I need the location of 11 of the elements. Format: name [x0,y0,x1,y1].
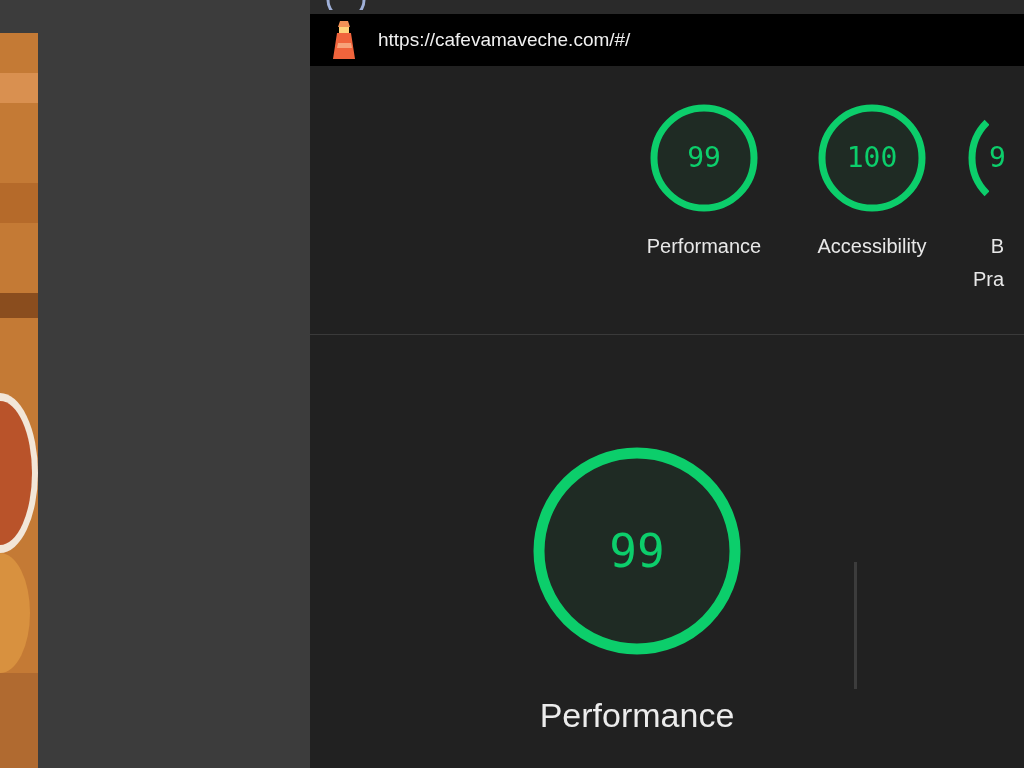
score-value: 9 [989,144,1006,172]
score-value: 99 [609,528,665,574]
lighthouse-icon [330,19,358,61]
url-text: https://cafevamaveche.com/#/ [378,29,631,51]
score-value: 100 [846,144,898,172]
category-title: Performance [539,696,735,735]
score-value: 99 [687,144,721,172]
category-label: Pra [971,268,1005,291]
category-label: B [989,235,1005,258]
category-label: Accessibility [817,235,927,258]
category-label: Performance [646,235,762,258]
